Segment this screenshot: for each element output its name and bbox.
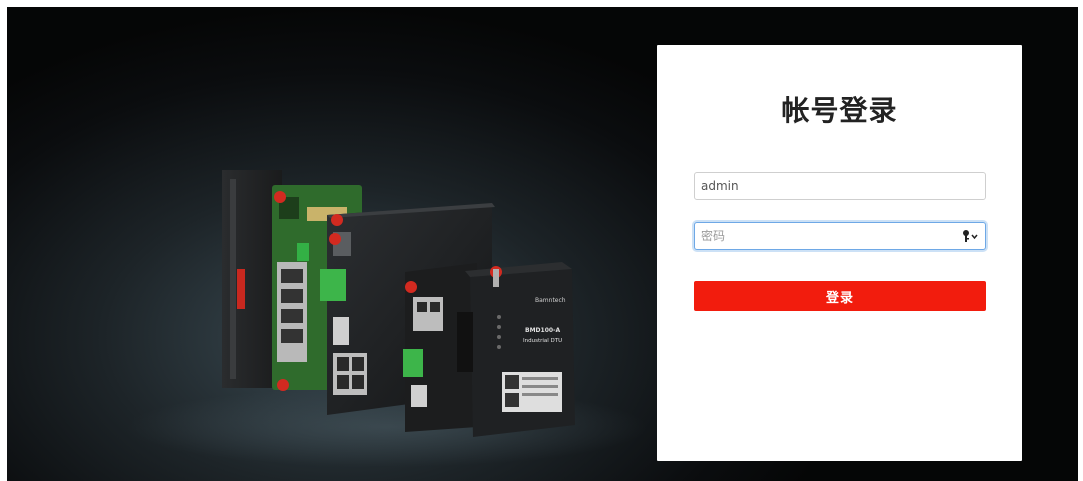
login-page-background: Bamntech BMD100-A Industrial DTU 帐号登录 登录 bbox=[7, 7, 1078, 481]
login-card: 帐号登录 登录 bbox=[657, 45, 1022, 461]
key-dropdown-icon[interactable] bbox=[962, 229, 980, 243]
login-button[interactable]: 登录 bbox=[694, 281, 986, 311]
product-hero-image: Bamntech BMD100-A Industrial DTU bbox=[127, 170, 647, 467]
password-field[interactable] bbox=[694, 222, 986, 250]
login-title: 帐号登录 bbox=[781, 94, 898, 127]
password-input[interactable] bbox=[701, 223, 951, 249]
username-field[interactable] bbox=[694, 172, 986, 200]
device-model-text: BMD100-A bbox=[525, 327, 561, 334]
device-brand-text: Bamntech bbox=[535, 297, 566, 304]
device-line-text: Industrial DTU bbox=[523, 338, 562, 344]
username-input[interactable] bbox=[701, 173, 951, 199]
